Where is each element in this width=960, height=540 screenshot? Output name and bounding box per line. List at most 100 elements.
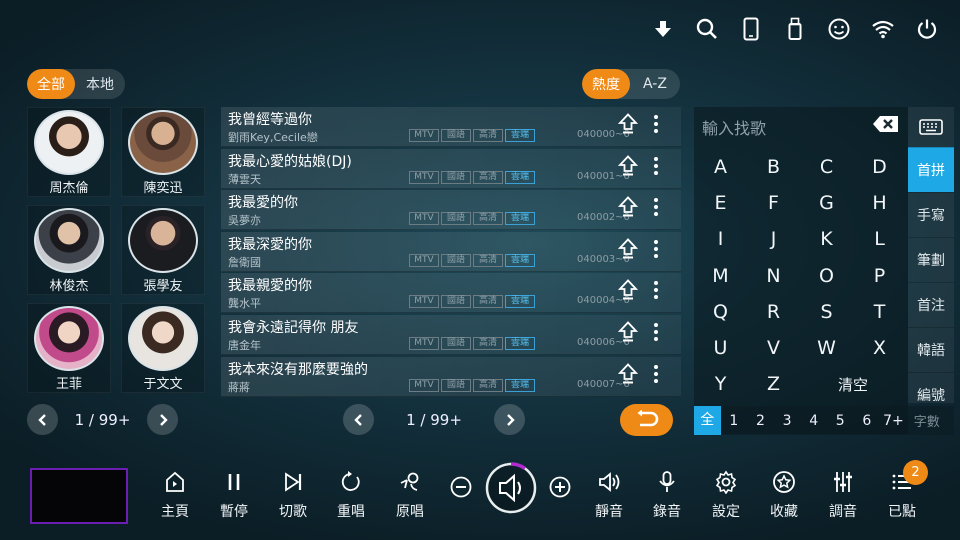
volume-up-icon[interactable] bbox=[549, 476, 571, 498]
move-to-top-icon[interactable] bbox=[618, 113, 638, 135]
back-button[interactable] bbox=[620, 404, 673, 436]
sort-hot[interactable]: 熱度 bbox=[582, 69, 630, 99]
key-y[interactable]: Y bbox=[694, 366, 747, 402]
toolbar-button[interactable]: 收藏 bbox=[759, 470, 809, 521]
song-title: 我本來沒有那麼要強的 bbox=[228, 361, 368, 378]
move-to-top-icon[interactable] bbox=[618, 279, 638, 301]
key-u[interactable]: U bbox=[694, 330, 747, 366]
volume-knob[interactable] bbox=[485, 462, 537, 514]
phone-icon[interactable] bbox=[738, 16, 764, 42]
volume-down-icon[interactable] bbox=[450, 476, 472, 498]
search-icon[interactable] bbox=[694, 16, 720, 42]
toolbar-button[interactable]: 設定 bbox=[701, 470, 751, 521]
power-icon[interactable] bbox=[914, 16, 940, 42]
filter-local[interactable]: 本地 bbox=[75, 69, 125, 99]
more-options-icon[interactable] bbox=[653, 280, 659, 300]
toolbar-button[interactable]: 靜音 bbox=[584, 470, 634, 521]
song-row[interactable]: 我曾經等過你 劉雨Key,Cecile戀 MTV 國語 高清 雲端 040000~0 bbox=[221, 107, 681, 147]
song-next-button[interactable] bbox=[494, 404, 525, 435]
key-o[interactable]: O bbox=[800, 258, 853, 294]
key-v[interactable]: V bbox=[747, 330, 800, 366]
toolbar-button[interactable]: 原唱 bbox=[385, 470, 435, 521]
artist-card[interactable]: 張學友 bbox=[121, 205, 205, 295]
song-row[interactable]: 我最愛的你 吳夢亦 MTV 國語 高清 雲端 040002~0 bbox=[221, 190, 681, 231]
move-to-top-icon[interactable] bbox=[618, 237, 638, 260]
move-to-top-icon[interactable] bbox=[618, 196, 638, 218]
key-k[interactable]: K bbox=[800, 221, 853, 257]
more-options-icon[interactable] bbox=[653, 156, 659, 176]
toolbar-button[interactable]: 調音 bbox=[818, 470, 868, 521]
input-mode-tab[interactable]: 韓語 bbox=[908, 327, 954, 372]
key-n[interactable]: N bbox=[747, 258, 800, 294]
key-b[interactable]: B bbox=[747, 149, 800, 185]
key-f[interactable]: F bbox=[747, 185, 800, 221]
key-z[interactable]: Z bbox=[747, 366, 800, 402]
move-to-top-icon[interactable] bbox=[618, 154, 638, 177]
backspace-icon[interactable] bbox=[872, 115, 900, 133]
more-options-icon[interactable] bbox=[653, 239, 659, 259]
key-j[interactable]: J bbox=[747, 221, 800, 257]
key-c[interactable]: C bbox=[800, 149, 853, 185]
more-options-icon[interactable] bbox=[653, 364, 659, 384]
artist-card[interactable]: 林俊杰 bbox=[27, 205, 111, 295]
word-count-option[interactable]: 7+ bbox=[880, 413, 907, 429]
song-row[interactable]: 我會永遠記得你 朋友 唐金年 MTV 國語 高清 雲端 040006~0 bbox=[221, 314, 681, 355]
key-p[interactable]: P bbox=[853, 258, 906, 294]
input-mode-tab[interactable]: 筆劃 bbox=[908, 237, 954, 282]
clear-key[interactable]: 清空 bbox=[800, 366, 906, 402]
key-g[interactable]: G bbox=[800, 185, 853, 221]
key-s[interactable]: S bbox=[800, 294, 853, 330]
artist-next-button[interactable] bbox=[147, 404, 178, 435]
artist-card[interactable]: 王菲 bbox=[27, 303, 111, 393]
keyboard-icon[interactable] bbox=[908, 107, 954, 147]
more-options-icon[interactable] bbox=[653, 197, 659, 217]
input-mode-tab[interactable]: 首注 bbox=[908, 282, 954, 327]
more-options-icon[interactable] bbox=[653, 114, 659, 134]
key-r[interactable]: R bbox=[747, 294, 800, 330]
song-row[interactable]: 我最心愛的姑娘(DJ) 薄雲天 MTV 國語 高清 雲端 040001~0 bbox=[221, 148, 681, 189]
toolbar-button[interactable]: 重唱 bbox=[326, 470, 376, 521]
toolbar-button[interactable]: 錄音 bbox=[642, 470, 692, 521]
key-e[interactable]: E bbox=[694, 185, 747, 221]
word-count-option[interactable]: 5 bbox=[827, 413, 854, 429]
toolbar-button[interactable]: 暫停 bbox=[209, 470, 259, 521]
move-to-top-icon[interactable] bbox=[618, 321, 638, 343]
download-icon[interactable] bbox=[650, 16, 676, 42]
toolbar-button[interactable]: 切歌 bbox=[268, 470, 318, 521]
song-row[interactable]: 我本來沒有那麼要強的 蔣蔣 MTV 國語 高清 雲端 040007~0 bbox=[221, 356, 681, 397]
sort-az[interactable]: A-Z bbox=[630, 69, 680, 99]
key-q[interactable]: Q bbox=[694, 294, 747, 330]
key-t[interactable]: T bbox=[853, 294, 906, 330]
key-h[interactable]: H bbox=[853, 185, 906, 221]
key-x[interactable]: X bbox=[853, 330, 906, 366]
word-count-option[interactable]: 6 bbox=[854, 413, 881, 429]
word-count-option[interactable]: 1 bbox=[721, 413, 748, 429]
artist-card[interactable]: 周杰倫 bbox=[27, 107, 111, 197]
key-d[interactable]: D bbox=[853, 149, 906, 185]
smiley-icon[interactable] bbox=[826, 16, 852, 42]
search-input[interactable]: 輸入找歌 bbox=[702, 115, 766, 139]
key-l[interactable]: L bbox=[853, 221, 906, 257]
artist-card[interactable]: 于文文 bbox=[121, 303, 205, 393]
key-i[interactable]: I bbox=[694, 221, 747, 257]
word-count-option[interactable]: 4 bbox=[800, 413, 827, 429]
song-row[interactable]: 我最深愛的你 詹衛國 MTV 國語 高清 雲端 040003~0 bbox=[221, 231, 681, 272]
input-mode-tab[interactable]: 手寫 bbox=[908, 192, 954, 237]
song-row[interactable]: 我最親愛的你 龔水平 MTV 國語 高清 雲端 040004~0 bbox=[221, 273, 681, 314]
word-count-option[interactable]: 3 bbox=[774, 413, 801, 429]
wifi-icon[interactable] bbox=[870, 16, 896, 42]
artist-prev-button[interactable] bbox=[27, 404, 58, 435]
home-button[interactable]: 主頁 bbox=[150, 470, 200, 521]
word-count-option[interactable]: 2 bbox=[747, 413, 774, 429]
key-a[interactable]: A bbox=[694, 149, 747, 185]
key-m[interactable]: M bbox=[694, 258, 747, 294]
word-count-option[interactable]: 全 bbox=[694, 406, 721, 435]
key-w[interactable]: W bbox=[800, 330, 853, 366]
filter-all[interactable]: 全部 bbox=[27, 69, 75, 99]
artist-card[interactable]: 陳奕迅 bbox=[121, 107, 205, 197]
usb-icon[interactable] bbox=[782, 16, 808, 42]
input-mode-tab[interactable]: 首拼 bbox=[908, 147, 954, 192]
song-prev-button[interactable] bbox=[343, 404, 374, 435]
move-to-top-icon[interactable] bbox=[618, 362, 638, 385]
more-options-icon[interactable] bbox=[653, 322, 659, 342]
